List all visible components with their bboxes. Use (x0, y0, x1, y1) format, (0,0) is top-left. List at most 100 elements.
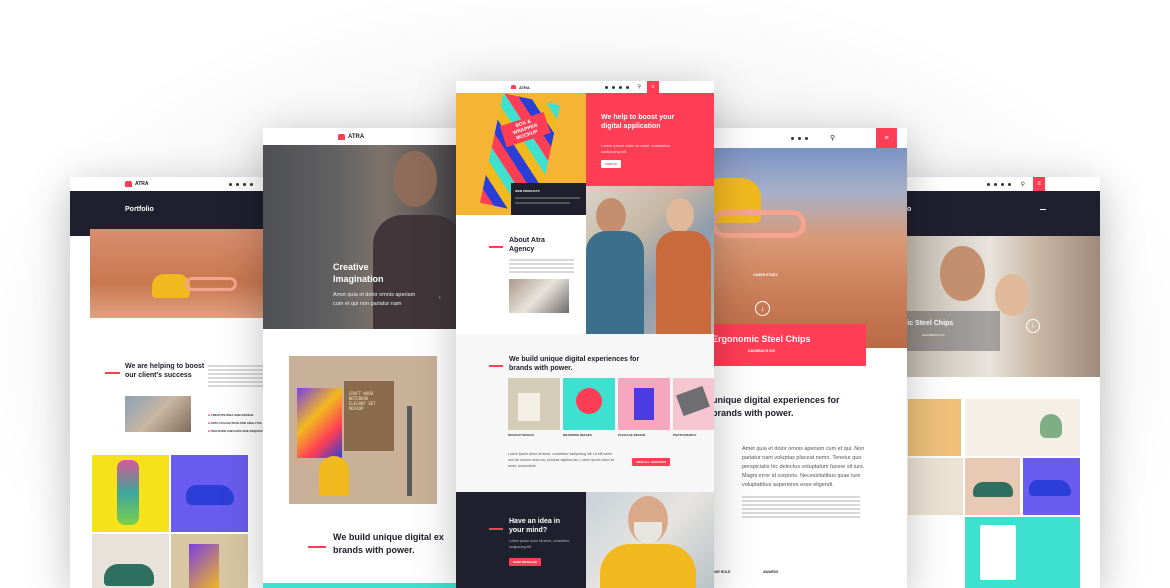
sneaker-shape (186, 485, 234, 505)
notebook-shape (980, 525, 1016, 580)
mockup-image: CRAFT WOOD NOTEBOOK ELEGANT SET MOCKUP (289, 356, 437, 504)
service-item: ■ CREATIVE IDEA AND DESIGN (208, 413, 254, 417)
center-page-preview: ATRA ⚲ ≡ BOX & WRAPPER MOCKUP WEB PRODUC… (456, 81, 714, 588)
menu-icon: ≡ (651, 84, 655, 90)
gallery-stool[interactable] (908, 458, 963, 515)
services-list: ■ CREATIVE IDEA AND DESIGN ■ DATA COLLEC… (208, 411, 264, 435)
bottle-shape (319, 456, 349, 496)
gallery-item-branding[interactable] (563, 378, 615, 430)
menu-button[interactable]: ≡ (876, 128, 897, 148)
left-page-preview: ATRA Creative Imagination Amet quia et d… (263, 128, 463, 588)
twitter-icon[interactable] (993, 182, 997, 186)
clock-shape (576, 388, 602, 414)
gallery-cactus[interactable] (908, 399, 961, 456)
social-links (605, 85, 630, 89)
hero-signup-button[interactable]: SIGN UP (601, 160, 622, 168)
gallery-notebook[interactable] (965, 517, 1080, 588)
product-card[interactable]: Ergonomic Steel Chips DAUNBACH INC (706, 324, 866, 366)
service-item: ■ DATA COLLECTION AND ANALYSIS (208, 421, 262, 425)
navbar: ⚲ ≡ (900, 177, 1100, 191)
sweater-shape (600, 544, 696, 588)
text-lines (742, 496, 860, 520)
instagram-icon[interactable] (619, 85, 623, 89)
search-icon[interactable]: ⚲ (637, 84, 641, 90)
product-overlay (900, 311, 1000, 351)
notebook-shape (297, 388, 342, 458)
idea-text: Lorem ipsum dolor sit amet, consetetur s… (509, 539, 570, 549)
col-a-label: OUR ROLE (712, 570, 731, 574)
instagram-icon[interactable] (1000, 182, 1004, 186)
send-message-button[interactable]: SEND MESSAGE (509, 558, 542, 566)
col-b-label: AWARDS (763, 570, 779, 574)
about-photo (509, 279, 569, 313)
card-shape (518, 393, 540, 421)
dribbble-icon[interactable] (1007, 182, 1011, 186)
team-image (586, 186, 714, 334)
woman-face-shape (995, 274, 1029, 316)
portfolio-item-shoes[interactable] (92, 455, 169, 532)
instagram-icon[interactable] (805, 136, 808, 140)
hero-right-red: We help to boost your digital applicatio… (586, 93, 714, 186)
product-box-label: BOX & WRAPPER MOCKUP (499, 111, 551, 148)
build-title: We build unique digital experiences for … (509, 356, 640, 372)
build-accent-line (308, 538, 326, 556)
facebook-icon[interactable] (986, 182, 990, 186)
twitter-icon[interactable] (612, 85, 616, 89)
green-shoe-shape (104, 564, 154, 586)
facebook-icon[interactable] (605, 85, 609, 89)
helping-title: We are helping to boost our client's suc… (125, 363, 205, 379)
woman-body-shape (656, 231, 711, 334)
instagram-icon[interactable] (242, 182, 246, 186)
hero-title: Creative Imagination (333, 262, 384, 284)
dribbble-icon[interactable] (249, 182, 253, 186)
menu-button[interactable]: ≡ (1033, 177, 1045, 191)
logo-mark-icon (511, 85, 516, 89)
build-accent-line (489, 357, 503, 375)
web-products-lines-2 (515, 202, 570, 204)
dribbble-icon[interactable] (626, 85, 630, 89)
portfolio-item-books[interactable] (171, 534, 248, 588)
facebook-icon[interactable] (228, 182, 232, 186)
book-shape (189, 544, 219, 588)
hero-image: CASES STUDY ↓ (706, 148, 907, 348)
helping-accent-line (105, 364, 120, 382)
build-title: unique digital experiences for brands wi… (712, 395, 840, 418)
slider-prev-icon[interactable]: ‹ (439, 295, 441, 301)
twitter-icon[interactable] (235, 182, 239, 186)
text-lines (208, 365, 263, 389)
gallery-green-shoe[interactable] (965, 458, 1020, 515)
logo[interactable]: ATRA (338, 133, 365, 140)
portfolio-item-green-shoe[interactable] (92, 534, 169, 588)
logo-text: ATRA (519, 84, 530, 90)
arrow-circle-icon[interactable]: ↓ (1026, 319, 1040, 333)
logo[interactable]: ATRA (125, 181, 149, 187)
web-products-label: WEB PRODUCTS (515, 189, 540, 193)
gallery-item-package[interactable] (618, 378, 670, 430)
gallery-blue-sneaker[interactable] (1023, 458, 1080, 515)
build-title: We build unique digital ex brands with p… (333, 532, 444, 555)
man-body-shape (586, 231, 644, 334)
sunglasses-shape (185, 277, 237, 291)
section-idea: Have an idea in your mind? Lorem ipsum d… (456, 492, 586, 588)
gallery-item-mockup[interactable] (508, 378, 560, 430)
search-icon[interactable]: ⚲ (830, 134, 835, 142)
facebook-icon[interactable] (791, 136, 794, 140)
sunglasses-shape (711, 210, 806, 238)
twitter-icon[interactable] (798, 136, 801, 140)
logo-text: ATRA (348, 133, 365, 140)
view-services-button[interactable]: VIEW ALL SERVICES (632, 458, 671, 466)
social-links (228, 182, 253, 186)
logo[interactable]: ATRA (511, 85, 530, 90)
menu-button[interactable]: ≡ (647, 81, 659, 93)
product-sub: DAUNBACH INC (922, 333, 945, 337)
arrow-circle-icon[interactable]: ↓ (755, 301, 770, 316)
gallery-plant[interactable] (965, 399, 1080, 456)
idea-accent-line (489, 520, 503, 538)
header-dash (1040, 209, 1046, 210)
portfolio-item-sneaker[interactable] (171, 455, 248, 532)
web-products-strip: WEB PRODUCTS (511, 183, 586, 215)
hero-title: We help to boost your digital applicatio… (601, 114, 675, 130)
gallery-item-photography[interactable] (673, 378, 714, 430)
old-man-image (586, 492, 714, 588)
search-icon[interactable]: ⚲ (1021, 181, 1025, 188)
